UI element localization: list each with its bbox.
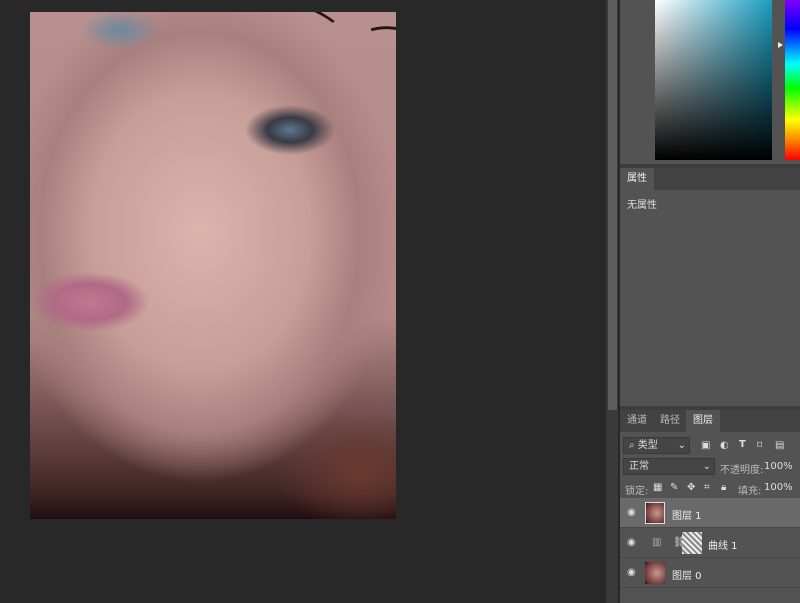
- image-filter-icon[interactable]: ▣: [701, 440, 710, 452]
- smart-object-filter-icon[interactable]: ▤: [775, 440, 784, 452]
- adjustment-filter-icon[interactable]: ◐: [720, 440, 729, 452]
- blend-mode-select[interactable]: 正常 ⌄: [623, 458, 715, 475]
- layers-tabbar: 通道 路径 图层: [620, 410, 800, 432]
- layer-thumbnail: [645, 502, 665, 524]
- search-icon: ⌕: [629, 440, 635, 451]
- blend-mode-value: 正常: [629, 461, 649, 472]
- properties-tabbar: 属性: [620, 168, 800, 190]
- tab-properties[interactable]: 属性: [620, 168, 654, 190]
- lock-transparent-icon[interactable]: ▦: [653, 482, 662, 494]
- shape-filter-icon[interactable]: ⌑: [757, 440, 762, 452]
- curves-adjustment-icon: ▥: [652, 537, 662, 548]
- scrollbar-thumb[interactable]: [608, 0, 617, 410]
- layer-thumbnail: [645, 562, 665, 584]
- layer-row[interactable]: ◉ ▥ ⛓ 曲线 1: [620, 528, 800, 558]
- tab-paths[interactable]: 路径: [653, 410, 687, 432]
- opacity-label: 不透明度:: [720, 465, 764, 476]
- chevron-down-icon: ⌄: [702, 461, 711, 472]
- layer-name[interactable]: 图层 0: [672, 567, 702, 582]
- filter-value: 类型: [637, 440, 658, 451]
- tab-layers[interactable]: 图层: [686, 410, 720, 432]
- lock-all-icon[interactable]: 🔒︎: [721, 482, 726, 494]
- layer-row[interactable]: ◉ 图层 1: [620, 498, 800, 528]
- lock-artboard-icon[interactable]: ⌗: [704, 482, 710, 494]
- layer-name[interactable]: 曲线 1: [708, 537, 738, 552]
- lock-brush-icon[interactable]: ✎: [670, 482, 678, 494]
- eye-icon[interactable]: ◉: [627, 507, 636, 518]
- color-picker-field[interactable]: [655, 0, 772, 160]
- lock-move-icon[interactable]: ✥: [687, 482, 695, 494]
- hue-slider-handle[interactable]: [778, 42, 783, 48]
- lock-label: 锁定:: [625, 486, 649, 497]
- eye-icon[interactable]: ◉: [627, 567, 636, 578]
- tab-channels[interactable]: 通道: [620, 410, 654, 432]
- layer-mask-thumbnail[interactable]: [682, 532, 702, 554]
- fill-label: 填充:: [738, 486, 762, 497]
- properties-empty-text: 无属性: [627, 200, 657, 211]
- layer-row[interactable]: ◉ 图层 0: [620, 558, 800, 588]
- layer-filter-select[interactable]: ⌕ 类型 ⌄: [623, 437, 690, 454]
- opacity-input[interactable]: 100%: [764, 461, 793, 472]
- hue-slider[interactable]: [785, 0, 800, 160]
- layer-name[interactable]: 图层 1: [672, 507, 702, 522]
- fill-input[interactable]: 100%: [764, 482, 793, 493]
- eye-icon[interactable]: ◉: [627, 537, 636, 548]
- document-canvas-image[interactable]: [30, 12, 396, 519]
- type-filter-icon[interactable]: T: [739, 439, 746, 451]
- chevron-down-icon: ⌄: [677, 440, 686, 451]
